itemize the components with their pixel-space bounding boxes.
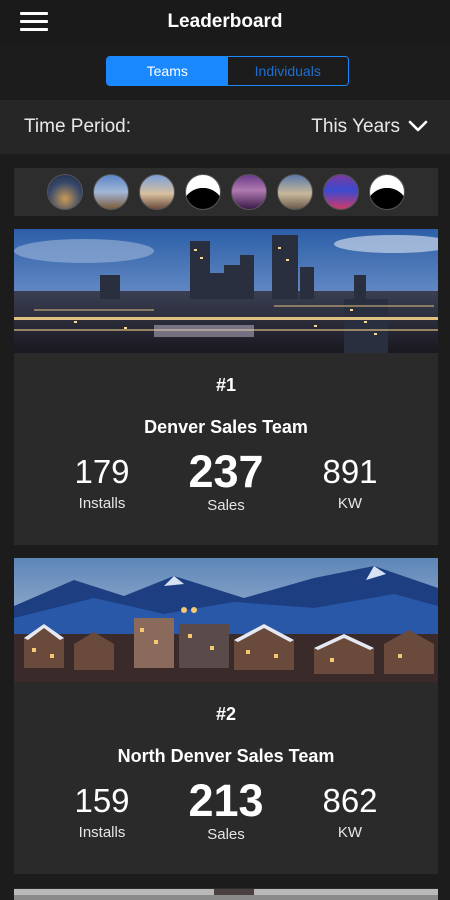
teams-individuals-toggle: Teams Individuals (106, 56, 349, 86)
team-stats: 159 Installs 213 Sales 862 KW (14, 775, 438, 850)
sales-value: 213 (188, 775, 264, 826)
top-bar: Leaderboard (0, 0, 450, 46)
team-name: Denver Sales Team (144, 417, 308, 437)
sales-stat: 213 Sales (156, 775, 296, 844)
installs-stat: 159 Installs (32, 780, 172, 841)
time-period-value[interactable]: This Years (311, 116, 400, 138)
tab-teams[interactable]: Teams (107, 57, 228, 85)
team-photo-mountain-town (14, 558, 438, 682)
team-name: North Denver Sales Team (117, 746, 335, 766)
team-avatar-5[interactable] (231, 174, 267, 210)
installs-stat: 179 Installs (32, 451, 172, 512)
sales-label: Sales (207, 497, 245, 514)
installs-label: Installs (78, 495, 126, 512)
team-avatar-2[interactable] (93, 174, 129, 210)
time-period-label: Time Period: (24, 116, 131, 137)
team-card-1[interactable]: #1 Denver Sales Team 179 Installs 237 Sa… (14, 229, 438, 545)
team-avatar-7[interactable] (323, 174, 359, 210)
installs-value: 159 (74, 782, 130, 819)
page-title: Leaderboard (167, 11, 283, 32)
team-photo-partial (14, 889, 438, 900)
kw-stat: 891 KW (280, 451, 420, 512)
team-avatar-8[interactable] (369, 174, 405, 210)
installs-label: Installs (78, 824, 126, 841)
sales-value: 237 (188, 446, 264, 497)
tab-individuals[interactable]: Individuals (227, 57, 348, 85)
kw-value: 891 (322, 453, 378, 490)
team-card-2[interactable]: #2 North Denver Sales Team 159 Installs … (14, 558, 438, 874)
team-photo-city-skyline (14, 229, 438, 353)
team-stats: 179 Installs 237 Sales 891 KW (14, 446, 438, 521)
kw-label: KW (337, 824, 363, 841)
team-avatar-4[interactable] (185, 174, 221, 210)
kw-stat: 862 KW (280, 780, 420, 841)
chevron-down-icon[interactable] (408, 118, 428, 134)
kw-label: KW (337, 495, 363, 512)
team-avatar-1[interactable] (47, 174, 83, 210)
kw-value: 862 (322, 782, 378, 819)
sales-stat: 237 Sales (156, 446, 296, 515)
team-card-3[interactable] (14, 888, 438, 900)
team-rank: #2 (215, 704, 237, 724)
team-avatar-3[interactable] (139, 174, 175, 210)
team-avatar-6[interactable] (277, 174, 313, 210)
team-avatar-strip (14, 168, 438, 216)
installs-value: 179 (74, 453, 130, 490)
team-rank: #1 (215, 375, 237, 395)
sales-label: Sales (207, 826, 245, 843)
time-period-filter[interactable]: Time Period: This Years (0, 100, 450, 154)
